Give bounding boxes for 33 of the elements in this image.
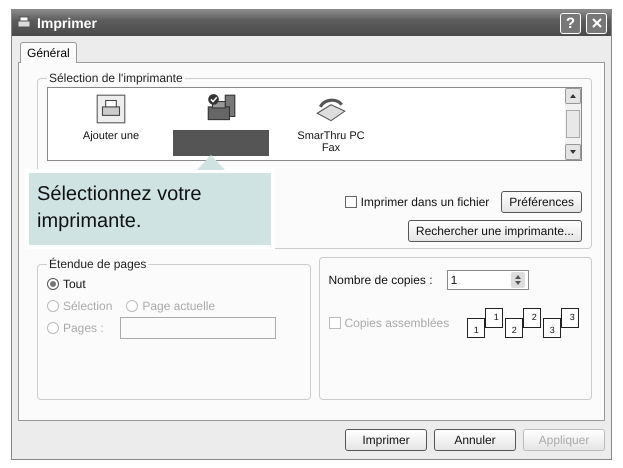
up-arrow-icon (569, 92, 577, 100)
dialog-button[interactable]: Imprimer (345, 429, 427, 451)
find-printer-button[interactable]: Rechercher une imprimante... (408, 220, 582, 242)
callout-text: Sélectionnez votre imprimante. (37, 182, 203, 234)
printer-item[interactable]: SmarThru PC Fax (282, 92, 380, 160)
scrollbar[interactable] (565, 88, 581, 160)
printer-name: Ajouter une (82, 130, 140, 142)
copies-spin-field[interactable]: 1 (446, 270, 529, 290)
printer-item[interactable]: Ajouter une (62, 92, 160, 160)
group-title: Sélection de l'imprimante (48, 71, 184, 85)
copies-label: Nombre de copies : (328, 273, 433, 287)
dialog-button[interactable]: Annuler (434, 429, 516, 451)
close-icon (590, 17, 602, 29)
help-button[interactable]: ? (560, 12, 581, 34)
spin-arrows-icon[interactable] (510, 272, 525, 288)
radio-label: Sélection (63, 299, 112, 313)
down-arrow-icon (569, 148, 577, 156)
printer-name: SmarThru PC Fax (296, 130, 366, 154)
group-title: Étendue de pages (48, 257, 148, 271)
window-title: Imprimer (37, 15, 97, 31)
checkbox-label: Copies assemblées (344, 316, 450, 330)
radio-label: Tout (63, 277, 86, 291)
radio-label: Pages : (63, 321, 104, 335)
radio-button[interactable] (47, 278, 59, 290)
checkbox[interactable] (344, 196, 357, 208)
radio-label: Page actuelle (142, 299, 216, 313)
preferences-button[interactable]: Préférences (501, 191, 582, 213)
copies-value: 1 (450, 273, 458, 287)
checkbox-label: Imprimer dans un fichier (360, 195, 490, 209)
tab[interactable]: Général (20, 42, 77, 63)
close-button[interactable] (586, 12, 607, 34)
pages-input-field[interactable] (120, 317, 276, 339)
add-printer-icon (94, 92, 128, 126)
